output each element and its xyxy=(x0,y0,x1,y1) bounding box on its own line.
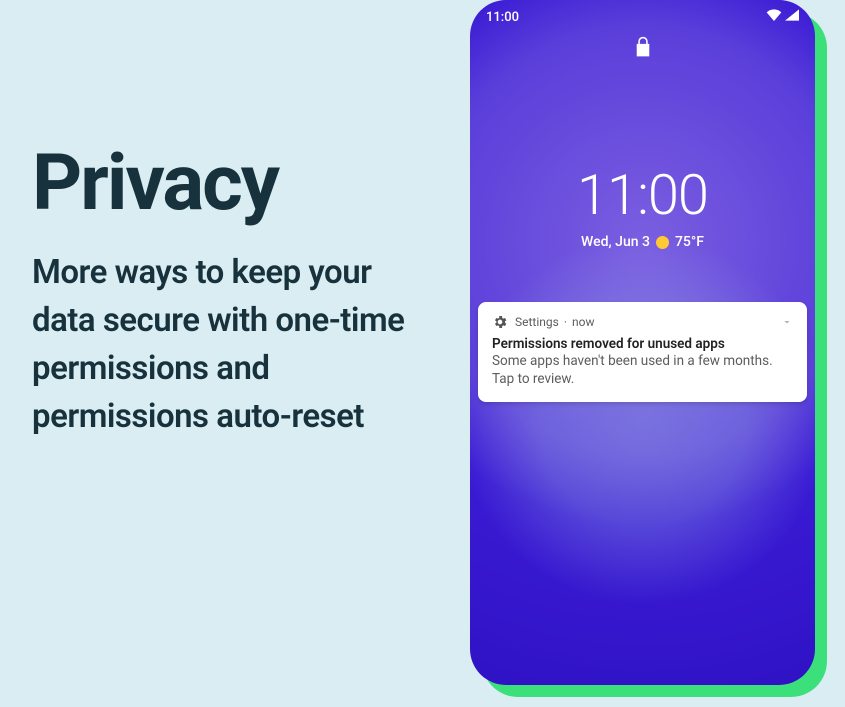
weather-sun-icon xyxy=(656,236,669,249)
phone-mockup: 11:00 11:00 Wed, Jun 3 75°F xyxy=(470,0,820,707)
notification-body: Some apps haven't been used in a few mon… xyxy=(492,352,793,388)
chevron-down-icon[interactable] xyxy=(781,316,793,328)
notification-app-name: Settings xyxy=(515,315,559,329)
notification-header: Settings · now xyxy=(492,314,793,330)
clock-time: 11:00 xyxy=(470,162,815,228)
notification-card[interactable]: Settings · now Permissions removed for u… xyxy=(478,302,807,402)
clock-date: Wed, Jun 3 xyxy=(581,234,650,250)
headline: Privacy xyxy=(32,145,432,223)
notification-title: Permissions removed for unused apps xyxy=(492,336,793,352)
notification-posted-time: now xyxy=(572,315,595,329)
phone-screen: 11:00 11:00 Wed, Jun 3 75°F xyxy=(470,0,815,685)
marketing-text: Privacy More ways to keep your data secu… xyxy=(32,145,432,440)
signal-icon xyxy=(785,9,799,25)
wallpaper-halo xyxy=(470,210,815,630)
lockscreen-clock: 11:00 Wed, Jun 3 75°F xyxy=(470,162,815,250)
wifi-icon xyxy=(766,9,782,25)
lock-icon xyxy=(470,36,815,58)
status-bar-time: 11:00 xyxy=(486,10,519,25)
weather-temperature: 75°F xyxy=(675,234,704,250)
subheadline: More ways to keep your data secure with … xyxy=(32,249,432,440)
status-bar: 11:00 xyxy=(470,6,815,28)
gear-icon xyxy=(492,314,508,330)
